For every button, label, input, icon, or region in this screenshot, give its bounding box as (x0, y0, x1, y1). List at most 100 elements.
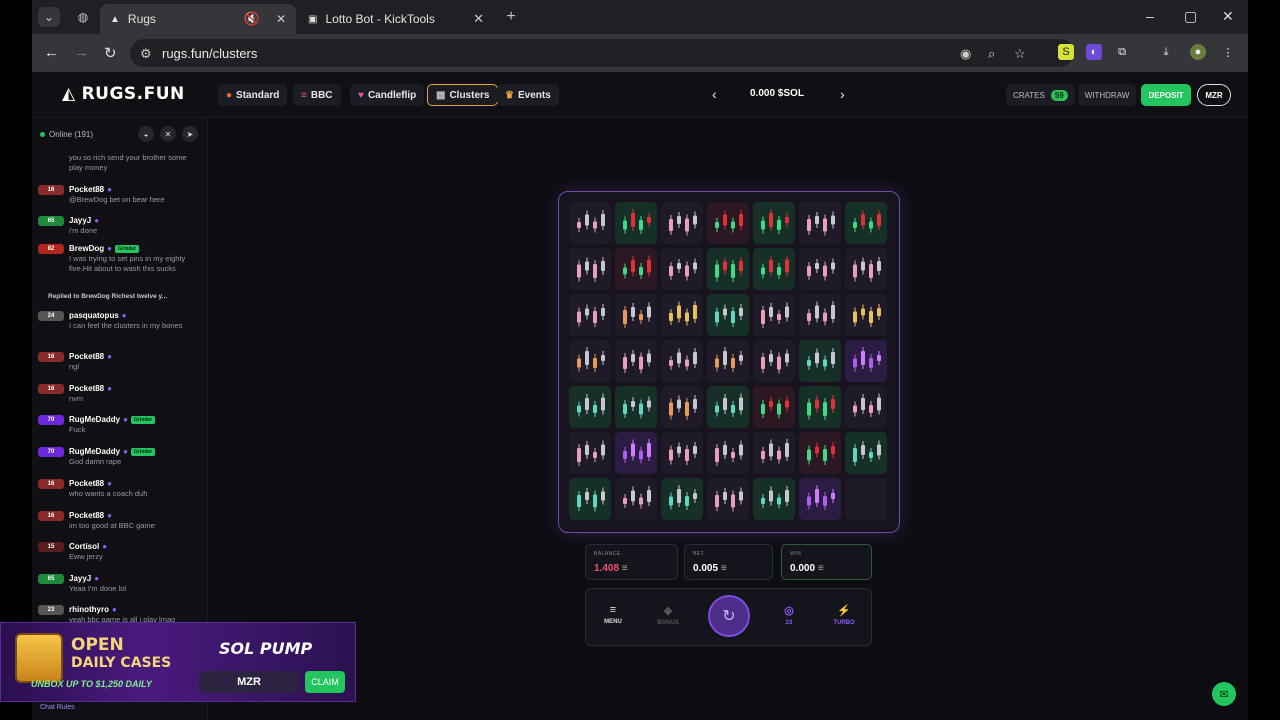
crates-label: CRATES (1013, 90, 1045, 100)
minimize-button[interactable]: – (1146, 8, 1154, 24)
extension-purple-icon[interactable]: ◐ (1086, 44, 1102, 60)
bolt-icon: ⚡ (837, 605, 851, 617)
mute-icon[interactable]: 🔇 (244, 11, 260, 27)
nav-candleflip[interactable]: ♥ Candleflip (350, 84, 425, 106)
chat-username[interactable]: Pocket88 ● (69, 352, 112, 361)
maximize-button[interactable]: ▢ (1184, 8, 1197, 25)
user-level-badge: 65 (38, 574, 64, 584)
chat-username[interactable]: BrewDog ● Grinder (69, 244, 140, 253)
chat-username[interactable]: rhinothyro ● (69, 605, 117, 614)
cluster-cell-green (707, 248, 749, 290)
support-chat-button[interactable]: ✉ (1212, 682, 1236, 706)
claim-button[interactable]: CLAIM (305, 671, 345, 693)
user-level-badge: 65 (38, 216, 64, 226)
chat-footer: Chat Rules (32, 700, 208, 720)
nav-standard[interactable]: ● Standard (218, 84, 288, 106)
zoom-icon[interactable]: ⌕ (988, 46, 995, 62)
back-icon[interactable]: ← (44, 44, 59, 61)
chat-username[interactable]: RugMeDaddy ● Grinder (69, 447, 156, 456)
site-info-icon[interactable]: ⚙ (140, 46, 152, 62)
chat-username[interactable]: JayyJ ● (69, 574, 99, 583)
candlestick-icon (807, 211, 835, 236)
grinder-badge: Grinder (114, 244, 140, 253)
cluster-cell-neutral (569, 432, 611, 474)
tab-search-button[interactable]: ⌄ (38, 7, 60, 27)
prev-arrow-icon[interactable]: ‹ (712, 86, 717, 102)
cluster-cell-neutral (661, 202, 703, 244)
reload-icon[interactable]: ↻ (104, 44, 117, 62)
candlestick-icon (761, 255, 789, 279)
promo-banner[interactable]: OPEN DAILY CASES UNBOX UP TO $1,250 DAIL… (0, 622, 356, 702)
cluster-cell-yellow (661, 294, 703, 336)
cluster-cell-orange (707, 340, 749, 382)
deposit-button[interactable]: DEPOSIT (1141, 84, 1191, 106)
autoplay-button[interactable]: ◎ 23 (769, 604, 809, 626)
turbo-button[interactable]: ⚡ TURBO (824, 604, 864, 626)
tab-lotto-bot[interactable]: ▣ Lotto Bot - KickTools ✕ (298, 4, 494, 34)
candlestick-icon (669, 211, 697, 236)
extension-s-icon[interactable]: S (1058, 44, 1074, 60)
candlestick-icon (669, 301, 697, 326)
tab-close-icon[interactable]: ✕ (473, 11, 484, 27)
chat-username[interactable]: pasquatopus ● (69, 311, 127, 320)
chat-username[interactable]: Pocket88 ● (69, 511, 112, 520)
chat-username[interactable]: JayyJ ● (69, 216, 99, 225)
site-header: ◭ RUGS.FUN ● Standard ≡ BBC ♥ Candleflip ▦ C… (32, 72, 1248, 118)
online-dot-icon (40, 131, 45, 137)
chat-username[interactable]: Pocket88 ● (69, 479, 112, 488)
candlestick-icon (715, 304, 743, 327)
next-arrow-icon[interactable]: › (840, 86, 845, 102)
bet-value[interactable]: 0.005 ≡ (693, 563, 764, 574)
extensions-puzzle-icon[interactable]: ⧉ (1114, 44, 1130, 60)
tracking-off-icon[interactable]: ◉ (960, 46, 971, 62)
spin-button[interactable]: ↻ (708, 595, 750, 637)
cluster-cell-purple (615, 432, 657, 474)
chat-username[interactable]: RugMeDaddy ● Grinder (69, 415, 156, 424)
url-field[interactable]: ⚙ rugs.fun/clusters ◉ ⌕ ☆ (130, 39, 1074, 67)
user-button[interactable]: MZR (1197, 84, 1231, 106)
candlestick-icon (577, 257, 605, 282)
username-text: RugMeDaddy (69, 415, 121, 424)
close-window-button[interactable]: ✕ (1222, 8, 1234, 25)
candlestick-icon (577, 393, 605, 417)
nav-clusters[interactable]: ▦ Clusters (427, 84, 499, 106)
tab-rugs[interactable]: ▲ Rugs 🔇 ✕ (100, 4, 296, 34)
withdraw-button[interactable]: WITHDRAW (1078, 84, 1136, 106)
bet-box[interactable]: BET 0.005 ≡ (684, 544, 773, 580)
candlestick-icon (853, 347, 881, 372)
nav-events[interactable]: ♛ Events (497, 84, 559, 106)
cluster-cell-red (799, 432, 841, 474)
x-icon[interactable]: ✕ (160, 126, 176, 142)
browser-window: ⌄ ◍ ▲ Rugs 🔇 ✕ ▣ Lotto Bot - KickTools ✕… (32, 0, 1248, 720)
candlestick-icon (761, 209, 789, 234)
verified-icon: ● (94, 574, 100, 583)
chat-rules-link[interactable]: Chat Rules (40, 704, 75, 711)
chat-username[interactable]: Pocket88 ● (69, 384, 112, 393)
forward-icon[interactable]: → (74, 44, 89, 61)
kebab-menu-icon[interactable]: ⋮ (1220, 44, 1236, 60)
user-level-badge: 16 (38, 384, 64, 394)
profile-avatar[interactable]: ● (1190, 44, 1206, 60)
site-logo[interactable]: ◭ RUGS.FUN (62, 84, 185, 104)
chat-username[interactable]: Pocket88 ● (69, 185, 112, 194)
header-balance: 0.000 $SOL (750, 88, 804, 99)
cluster-cell-neutral (707, 432, 749, 474)
cluster-cell-neutral (569, 248, 611, 290)
discord-icon[interactable]: ◒ (138, 126, 154, 142)
bonus-button[interactable]: ◆ BONUS (648, 604, 688, 626)
chat-username[interactable]: Replied to BrewDog Richest twelve y... (48, 293, 167, 300)
bookmark-star-icon[interactable]: ☆ (1014, 46, 1026, 62)
download-icon[interactable]: ⤓ (1158, 44, 1174, 60)
chat-username[interactable]: Cortisol ● (69, 542, 107, 551)
nav-bbc[interactable]: ≡ BBC (293, 84, 341, 106)
candlestick-icon (853, 210, 881, 233)
new-tab-button[interactable]: + (500, 7, 522, 27)
user-level-badge: 24 (38, 311, 64, 321)
menu-button[interactable]: ≡ MENU (593, 604, 633, 625)
crates-button[interactable]: CRATES 59 (1006, 84, 1075, 106)
cluster-cell-orange (661, 386, 703, 428)
tab-close-icon[interactable]: ✕ (276, 12, 286, 26)
candlestick-icon (853, 304, 881, 327)
username-text: Pocket88 (69, 479, 105, 488)
telegram-icon[interactable]: ➤ (182, 126, 198, 142)
